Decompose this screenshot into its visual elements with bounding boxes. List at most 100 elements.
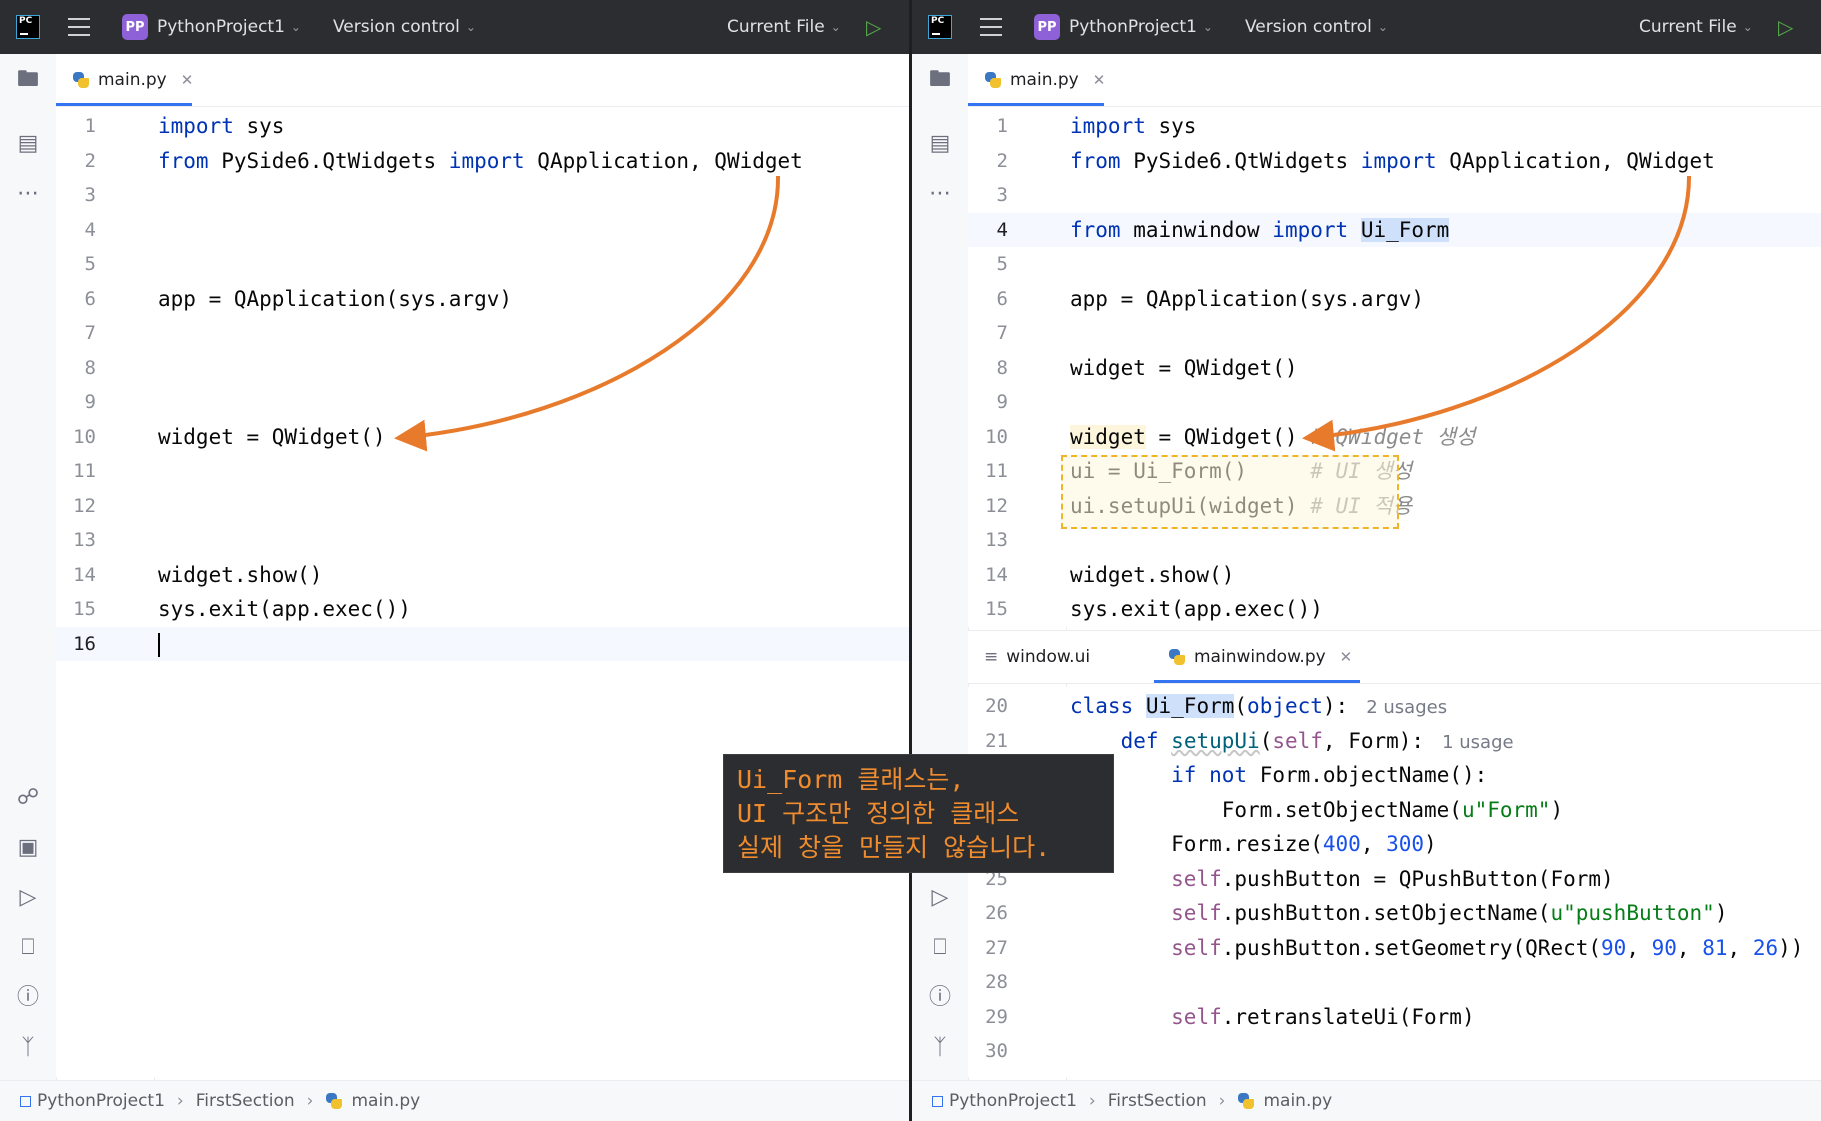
project-badge: PP	[1034, 14, 1060, 40]
code-line[interactable]: 10 widget = QWidget() # QWidget 생성	[968, 420, 1821, 454]
tab-main-py[interactable]: main.py ✕	[984, 54, 1105, 106]
more-tools-icon[interactable]: ⋯	[14, 180, 42, 208]
close-icon[interactable]: ✕	[1093, 71, 1106, 89]
code-editor-main-right[interactable]: 1 import sys 2 from PySide6.QtWidgets impor…	[968, 107, 1821, 627]
line-number: 12	[73, 494, 96, 517]
code-line[interactable]: 10 widget = QWidget()	[56, 420, 909, 454]
project-folder-icon[interactable]: 🖿	[926, 66, 954, 94]
code-text: from PySide6.QtWidgets import QApplicati…	[158, 148, 803, 173]
code-line[interactable]: 7	[968, 316, 1821, 350]
code-text: app = QApplication(sys.argv)	[1070, 286, 1425, 311]
breadcrumb-folder[interactable]: FirstSection	[196, 1091, 295, 1111]
git-branch-icon[interactable]: ᛉ	[926, 1034, 954, 1062]
code-line[interactable]: 7	[56, 316, 909, 350]
code-line[interactable]: 3	[968, 178, 1821, 212]
code-line[interactable]: 28	[968, 965, 1821, 999]
more-tools-icon[interactable]: ⋯	[926, 180, 954, 208]
git-branch-icon[interactable]: ᛉ	[14, 1034, 42, 1062]
line-number: 10	[73, 425, 96, 448]
line-number: 15	[985, 598, 1008, 620]
code-line[interactable]: 1 import sys	[56, 109, 909, 143]
run-config-selector[interactable]: Current File ⌄	[1639, 0, 1753, 54]
pycharm-logo-icon[interactable]: PC	[16, 15, 40, 39]
terminal-icon[interactable]: ⎕	[926, 934, 954, 962]
code-line[interactable]: 13	[56, 523, 909, 557]
project-selector[interactable]: PP PythonProject1 ⌄	[1034, 0, 1213, 54]
services-icon[interactable]: ▷	[926, 884, 954, 912]
main-menu-icon[interactable]	[980, 18, 1002, 36]
code-line[interactable]: 27 self.pushButton.setGeometry(QRect(90,…	[968, 931, 1821, 965]
tab-window-ui[interactable]: ≡ window.ui	[984, 631, 1090, 683]
breadcrumb-project[interactable]: PythonProject1	[949, 1091, 1077, 1111]
code-text: Form.resize(400, 300)	[1070, 832, 1437, 856]
code-line[interactable]: 15 sys.exit(app.exec())	[56, 592, 909, 626]
code-line[interactable]: 11	[56, 454, 909, 488]
code-editor-mainwindow[interactable]: 20 class Ui_Form(object): 2 usages 21 def s…	[968, 687, 1821, 1077]
run-button[interactable]: ▷	[866, 0, 881, 54]
code-line[interactable]: 8	[56, 351, 909, 385]
structure-icon[interactable]: ▤	[14, 130, 42, 158]
version-control-menu[interactable]: Version control ⌄	[1245, 0, 1388, 54]
python-file-icon	[1237, 1092, 1255, 1110]
problems-icon[interactable]: ⓘ	[926, 984, 954, 1012]
code-line[interactable]: 14 widget.show()	[968, 558, 1821, 592]
code-line[interactable]: 20 class Ui_Form(object): 2 usages	[968, 689, 1821, 723]
code-line[interactable]: 21 def setupUi(self, Form): 1 usage	[968, 724, 1821, 758]
line-number: 11	[985, 460, 1008, 482]
code-line[interactable]: 15 sys.exit(app.exec())	[968, 592, 1821, 626]
code-line[interactable]: 9	[56, 385, 909, 419]
code-line[interactable]: 5	[56, 247, 909, 281]
line-number: 14	[985, 563, 1008, 586]
breadcrumb-folder[interactable]: FirstSection	[1108, 1091, 1207, 1111]
code-line[interactable]: 6 app = QApplication(sys.argv)	[968, 282, 1821, 316]
code-line[interactable]: 9	[968, 385, 1821, 419]
code-line[interactable]: 14 widget.show()	[56, 558, 909, 592]
line-number: 21	[985, 729, 1008, 752]
code-line[interactable]: 1 import sys	[968, 109, 1821, 143]
breadcrumb-project[interactable]: PythonProject1	[37, 1091, 165, 1111]
code-line[interactable]: 2 from PySide6.QtWidgets import QApplicat…	[968, 144, 1821, 178]
code-line[interactable]: 2 from PySide6.QtWidgets import QApplicat…	[56, 144, 909, 178]
code-editor-main-left[interactable]: 1 import sys 2 from PySide6.QtWidgets impor…	[56, 107, 909, 1077]
tab-mainwindow-py[interactable]: mainwindow.py ✕	[1168, 631, 1352, 683]
code-line[interactable]: 29 self.retranslateUi(Form)	[968, 1000, 1821, 1034]
structure-icon[interactable]: ▤	[926, 130, 954, 158]
code-line[interactable]: 26 self.pushButton.setObjectName(u"pushB…	[968, 896, 1821, 930]
pycharm-logo-icon[interactable]: PC	[928, 15, 952, 39]
tab-label: main.py	[98, 70, 167, 90]
project-selector[interactable]: PP PythonProject1 ⌄	[122, 0, 301, 54]
line-number: 2	[996, 149, 1008, 172]
code-line[interactable]: 12	[56, 489, 909, 523]
close-icon[interactable]: ✕	[181, 71, 194, 89]
line-number: 8	[84, 356, 96, 379]
code-line[interactable]: 4 from mainwindow import Ui_Form	[968, 212, 1821, 247]
code-line[interactable]: 5	[968, 247, 1821, 281]
code-line[interactable]: 8 widget = QWidget()	[968, 351, 1821, 385]
terminal-icon[interactable]: ⎕	[14, 934, 42, 962]
usages-hint[interactable]: 1 usage	[1442, 732, 1514, 753]
services-icon[interactable]: ▷	[14, 884, 42, 912]
breadcrumb-file[interactable]: main.py	[351, 1091, 420, 1111]
tab-main-py[interactable]: main.py ✕	[72, 54, 193, 106]
main-menu-icon[interactable]	[68, 18, 90, 36]
title-bar: PC PP PythonProject1 ⌄ Version control ⌄…	[912, 0, 1821, 54]
chevron-down-icon: ⌄	[830, 20, 841, 34]
project-folder-icon[interactable]: 🖿	[14, 66, 42, 94]
left-ide-window: PC PP PythonProject1 ⌄ Version control ⌄…	[0, 0, 912, 1121]
run-config-selector[interactable]: Current File ⌄	[727, 0, 841, 54]
active-tab-indicator	[1154, 680, 1360, 683]
version-control-menu[interactable]: Version control ⌄	[333, 0, 476, 54]
usages-hint[interactable]: 2 usages	[1366, 697, 1447, 718]
close-icon[interactable]: ✕	[1340, 648, 1353, 666]
code-line[interactable]: 6 app = QApplication(sys.argv)	[56, 282, 909, 316]
code-line[interactable]: 30	[968, 1034, 1821, 1068]
python-console-icon[interactable]: ☍	[14, 784, 42, 812]
problems-icon[interactable]: ⓘ	[14, 984, 42, 1012]
breadcrumb-file[interactable]: main.py	[1263, 1091, 1332, 1111]
run-button[interactable]: ▷	[1778, 0, 1793, 54]
code-line[interactable]: 3	[56, 178, 909, 212]
python-packages-icon[interactable]: ▣	[14, 834, 42, 862]
code-line[interactable]: 16	[56, 626, 909, 661]
code-line[interactable]: 4	[56, 213, 909, 247]
line-number: 4	[84, 218, 96, 241]
